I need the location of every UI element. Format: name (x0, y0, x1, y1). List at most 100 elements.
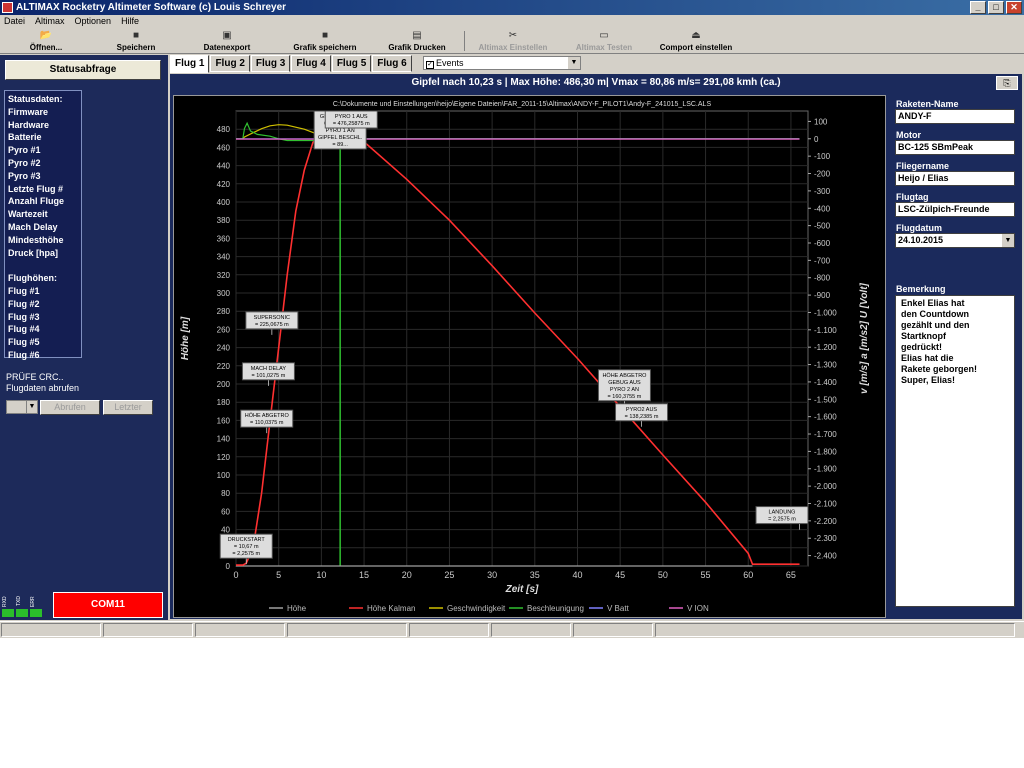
y2-tick-label: -700 (814, 256, 831, 265)
flight-chart[interactable]: C:\Dokumente und Einstellungen\heijo\Eig… (173, 95, 886, 618)
comport-button[interactable]: ⏏ Comport einstellen (650, 30, 742, 54)
events-checkbox[interactable]: ✓ (426, 61, 434, 69)
status-item: Hardware (8, 119, 50, 130)
altimax-settings-button[interactable]: ✂ Altimax Einstellen (470, 30, 556, 54)
window-title: ALTIMAX Rocketry Altimeter Software (c) … (16, 2, 287, 13)
export-icon: ▣ (222, 30, 232, 41)
close-button[interactable]: ✕ (1006, 1, 1022, 14)
save-button[interactable]: ■ Speichern (108, 30, 164, 54)
com-port-indicator[interactable]: COM11 (53, 592, 163, 618)
altimax-test-button[interactable]: ▭ Altimax Testen (566, 30, 642, 54)
y2-tick-label: -1.300 (814, 361, 837, 370)
tab-flug-6[interactable]: Flug 6 (372, 55, 412, 72)
open-button[interactable]: 📂 Öffnen... (22, 30, 70, 54)
annotation-text: HÖHE ABGETRO (245, 412, 290, 419)
legend-label: Beschleunigung (527, 604, 584, 613)
menu-altimax[interactable]: Altimax (35, 15, 65, 28)
events-select[interactable]: ✓ Events ▼ (423, 56, 581, 70)
status-item: Mindesthöhe (8, 234, 64, 245)
status-item: Druck [hpa] (8, 247, 59, 258)
chart-svg[interactable]: C:\Dokumente und Einstellungen\heijo\Eig… (174, 96, 885, 617)
status-item: Flug #1 (8, 285, 40, 296)
y-tick-label: 120 (217, 453, 231, 462)
remark-line: gezählt und den (901, 320, 970, 330)
y-tick-label: 320 (217, 271, 231, 280)
copy-icon[interactable]: ⎘ (996, 76, 1018, 90)
annotation-text: = 10,67 m (234, 544, 259, 550)
y2-tick-label: -1.900 (814, 465, 837, 474)
site-label: Flugtag (896, 192, 929, 202)
tab-flug-4[interactable]: Flug 4 (291, 55, 331, 72)
x-tick-label: 55 (701, 570, 711, 580)
maximize-button[interactable]: □ (988, 1, 1004, 14)
remark-line: Enkel Elias hat (901, 298, 965, 308)
status-item: Pyro #2 (8, 157, 41, 168)
minimize-button[interactable]: _ (970, 1, 986, 14)
disk-icon: ■ (321, 30, 329, 41)
y2-tick-label: -2.100 (814, 499, 837, 508)
x-tick-label: 50 (658, 570, 668, 580)
y2-tick-label: -200 (814, 170, 831, 179)
save-graph-button[interactable]: ■ Grafik speichern (285, 30, 365, 54)
menu-datei[interactable]: Datei (4, 15, 25, 28)
annotation-text: MACH DELAY (251, 366, 287, 372)
rocket-name-field[interactable]: ANDY-F (895, 109, 1015, 124)
x-axis-label: Zeit [s] (505, 584, 539, 595)
toolbar-separator (464, 31, 465, 51)
status-item: Flug #5 (8, 337, 40, 348)
y2-tick-label: -400 (814, 204, 831, 213)
status-item: Flug #2 (8, 298, 40, 309)
printer-icon: ▤ (412, 30, 422, 41)
y-axis-label: Höhe [m] (180, 316, 191, 360)
menu-optionen[interactable]: Optionen (75, 15, 112, 28)
last-button[interactable]: Letzter (103, 400, 153, 415)
y2-tick-label: -2.000 (814, 482, 837, 491)
x-tick-label: 45 (615, 570, 625, 580)
pilot-field[interactable]: Heijo / Elias (895, 171, 1015, 186)
annotation-text: LANDUNG (769, 510, 796, 516)
tab-flug-5[interactable]: Flug 5 (331, 55, 372, 72)
export-button[interactable]: ▣ Datenexport (195, 30, 259, 54)
flight-select[interactable]: ▼ (6, 400, 38, 414)
x-tick-label: 10 (316, 570, 326, 580)
pilot-label: Fliegername (896, 161, 950, 171)
y-tick-label: 360 (217, 234, 231, 243)
x-tick-label: 65 (786, 570, 796, 580)
status-item: Flug #6 (8, 349, 40, 360)
tab-flug-2[interactable]: Flug 2 (210, 55, 250, 72)
x-tick-label: 20 (402, 570, 412, 580)
status-cell (573, 623, 653, 637)
motor-field[interactable]: BC-125 SBmPeak (895, 140, 1015, 155)
tab-flug-1[interactable]: Flug 1 (170, 55, 210, 73)
annotation-text: = 138,2385 m (625, 414, 659, 420)
status-query-button[interactable]: Statusabfrage (5, 60, 161, 80)
menu-hilfe[interactable]: Hilfe (121, 15, 139, 28)
y2-tick-label: -900 (814, 291, 831, 300)
remark-textarea[interactable]: Enkel Elias hat den Countdown gezählt und … (895, 295, 1015, 607)
y-tick-label: 280 (217, 307, 231, 316)
status-item: Batterie (8, 132, 42, 143)
print-graph-button[interactable]: ▤ Grafik Drucken (380, 30, 454, 54)
y-tick-label: 180 (217, 398, 231, 407)
y2-tick-label: -500 (814, 222, 831, 231)
tab-flug-3[interactable]: Flug 3 (250, 55, 291, 72)
status-leds: RXD TXD ERR (2, 595, 42, 617)
status-item: Flug #3 (8, 311, 40, 322)
fetch-button[interactable]: Abrufen (40, 400, 100, 415)
date-field[interactable]: 24.10.2015 ▼ (895, 233, 1015, 248)
site-field[interactable]: LSC-Zülpich-Freunde (895, 202, 1015, 217)
annotation-text: PYRO2 AUS (626, 407, 658, 413)
x-tick-label: 0 (233, 570, 238, 580)
status-cell (655, 623, 1015, 637)
chevron-down-icon: ▼ (1002, 234, 1014, 247)
annotation-text: PYRO 1 AUS (335, 114, 368, 120)
status-cell (491, 623, 571, 637)
status-item: Pyro #3 (8, 170, 41, 181)
status-data-list: Statusdaten: Firmware Hardware Batterie Pyro… (4, 90, 82, 360)
y-tick-label: 0 (226, 562, 231, 571)
left-panel: Statusabfrage Statusdaten: Firmware Hardwa… (0, 55, 168, 620)
test-icon: ▭ (599, 30, 609, 41)
y2-tick-label: -1.600 (814, 413, 837, 422)
annotation-text: = 89... (332, 142, 348, 148)
status-item (8, 259, 78, 272)
